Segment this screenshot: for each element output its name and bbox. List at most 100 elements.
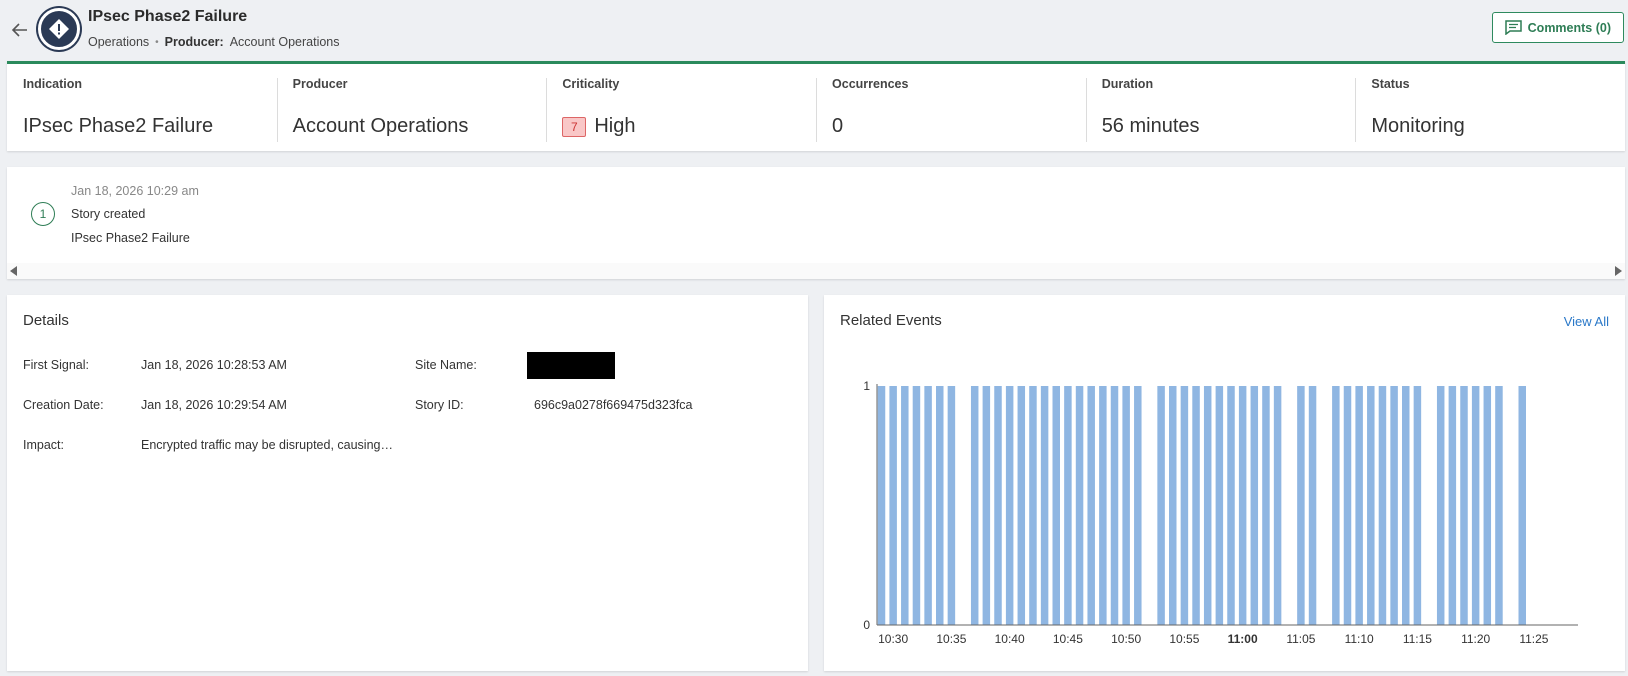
timeline-step-marker[interactable]: 1 xyxy=(31,202,55,226)
event-bar xyxy=(1378,386,1387,625)
event-bar xyxy=(1238,386,1247,625)
timeline-event: Story created xyxy=(71,207,146,221)
x-tick-label: 11:25 xyxy=(1519,632,1548,646)
x-tick-label: 10:50 xyxy=(1111,632,1141,646)
y-tick-label: 0 xyxy=(863,618,870,632)
summary-label: Indication xyxy=(23,77,83,91)
event-bar xyxy=(1134,386,1142,625)
summary-value: 56 minutes xyxy=(1101,115,1200,137)
summary-label: Criticality xyxy=(562,77,620,91)
comments-button[interactable]: Comments (0) xyxy=(1491,12,1624,43)
event-bar xyxy=(1262,386,1270,625)
event-bar xyxy=(1215,386,1224,625)
comments-label: Comments (0) xyxy=(1527,20,1611,35)
summary-label: Status xyxy=(1371,77,1410,91)
x-tick-label: 11:00 xyxy=(1228,632,1258,646)
event-bar xyxy=(1087,386,1095,625)
x-tick-label: 11:05 xyxy=(1286,632,1315,646)
event-bar xyxy=(1180,386,1189,625)
x-tick-label: 10:30 xyxy=(878,632,908,646)
scroll-left-icon[interactable] xyxy=(10,266,17,276)
event-bar xyxy=(1052,386,1060,625)
event-bar xyxy=(1332,386,1340,625)
alert-diamond-icon xyxy=(38,8,80,50)
event-bar xyxy=(1203,386,1212,625)
related-events-chart: 0 1 10:30 10:35 10:40 10:45 10:50 10:55 11:00 11:… xyxy=(863,379,1578,646)
summary-value: IPsec Phase2 Failure xyxy=(23,115,214,137)
summary-indication: Indication IPsec Phase2 Failure xyxy=(7,64,277,151)
event-bar xyxy=(970,386,979,625)
site-name-redacted xyxy=(527,352,615,379)
summary-criticality: Criticality 7 High xyxy=(546,64,816,151)
page-title: IPsec Phase2 Failure xyxy=(88,8,248,25)
event-bar xyxy=(994,386,1002,625)
event-bar xyxy=(1157,386,1165,625)
event-bar xyxy=(912,386,921,625)
creation-date-label: Creation Date: xyxy=(23,398,104,412)
event-bar xyxy=(924,386,932,625)
event-bar xyxy=(877,386,886,625)
event-bar xyxy=(1518,386,1526,625)
event-bar xyxy=(1390,386,1398,625)
first-signal-value: Jan 18, 2026 10:28:53 AM xyxy=(141,358,287,372)
impact-value: Encrypted traffic may be disrupted, caus… xyxy=(141,438,393,452)
breadcrumb: Operations • Producer: Account Operation… xyxy=(88,35,340,49)
story-id-label: Story ID: xyxy=(415,398,464,412)
site-name-label: Site Name: xyxy=(415,358,477,372)
criticality-badge: 7 xyxy=(562,116,587,137)
back-arrow-icon[interactable] xyxy=(10,20,30,40)
event-bar xyxy=(1017,386,1026,625)
summary-occurrences: Occurrences 0 xyxy=(816,64,1086,151)
related-events-panel: Related Events View All 0 1 10:30 10:35 10:4… xyxy=(824,295,1625,671)
summary-value: High xyxy=(594,115,636,137)
event-bar xyxy=(936,386,944,625)
x-tick-label: 11:20 xyxy=(1461,632,1490,646)
summary-duration: Duration 56 minutes xyxy=(1085,64,1356,151)
event-bar xyxy=(947,386,956,625)
event-bar xyxy=(1367,386,1375,625)
breadcrumb-category[interactable]: Operations xyxy=(88,35,149,49)
breadcrumb-producer-label: Producer: xyxy=(164,35,224,49)
y-tick-label: 1 xyxy=(863,379,870,393)
event-bar xyxy=(1005,386,1014,625)
summary-status: Status Monitoring xyxy=(1355,64,1625,151)
details-title: Details xyxy=(23,312,69,329)
scroll-right-icon[interactable] xyxy=(1615,266,1622,276)
x-tick-label: 10:45 xyxy=(1053,632,1083,646)
event-bar xyxy=(1448,386,1457,625)
x-tick-label: 11:15 xyxy=(1403,632,1432,646)
event-bar xyxy=(1099,386,1107,625)
summary-label: Occurrences xyxy=(832,77,909,91)
event-bar xyxy=(1436,386,1445,625)
event-bar xyxy=(1413,386,1422,625)
summary-label: Duration xyxy=(1101,77,1154,91)
x-tick-label: 10:35 xyxy=(936,632,966,646)
summary-strip: Indication IPsec Phase2 Failure Producer… xyxy=(7,61,1625,151)
event-bar xyxy=(1343,386,1352,625)
event-bar xyxy=(1402,386,1410,625)
x-tick-label: 11:10 xyxy=(1345,632,1374,646)
event-bar xyxy=(1064,386,1072,625)
breadcrumb-producer-value[interactable]: Account Operations xyxy=(230,35,340,49)
impact-label: Impact: xyxy=(23,438,64,452)
event-bar xyxy=(982,386,991,625)
event-bar xyxy=(1040,386,1049,625)
event-bar xyxy=(1122,386,1130,625)
summary-producer: Producer Account Operations xyxy=(276,64,547,151)
timeline-date: Jan 18, 2026 10:29 am xyxy=(71,184,199,198)
event-bar xyxy=(1495,386,1503,625)
creation-date-value: Jan 18, 2026 10:29:54 AM xyxy=(141,398,287,412)
event-bar xyxy=(1192,386,1200,625)
event-bar xyxy=(1460,386,1468,625)
event-bar xyxy=(1110,386,1119,625)
story-timeline: 1 Jan 18, 2026 10:29 am Story created IP… xyxy=(7,167,1625,279)
event-bar xyxy=(1355,386,1363,625)
event-bar xyxy=(1273,386,1282,625)
x-tick-label: 10:40 xyxy=(995,632,1025,646)
event-bar xyxy=(901,386,909,625)
summary-value: Monitoring xyxy=(1371,115,1465,137)
timeline-scrollbar[interactable] xyxy=(7,263,1625,279)
details-panel: Details First Signal: Jan 18, 2026 10:28… xyxy=(7,295,808,671)
timeline-subtitle: IPsec Phase2 Failure xyxy=(71,231,190,245)
event-bar xyxy=(889,386,897,625)
